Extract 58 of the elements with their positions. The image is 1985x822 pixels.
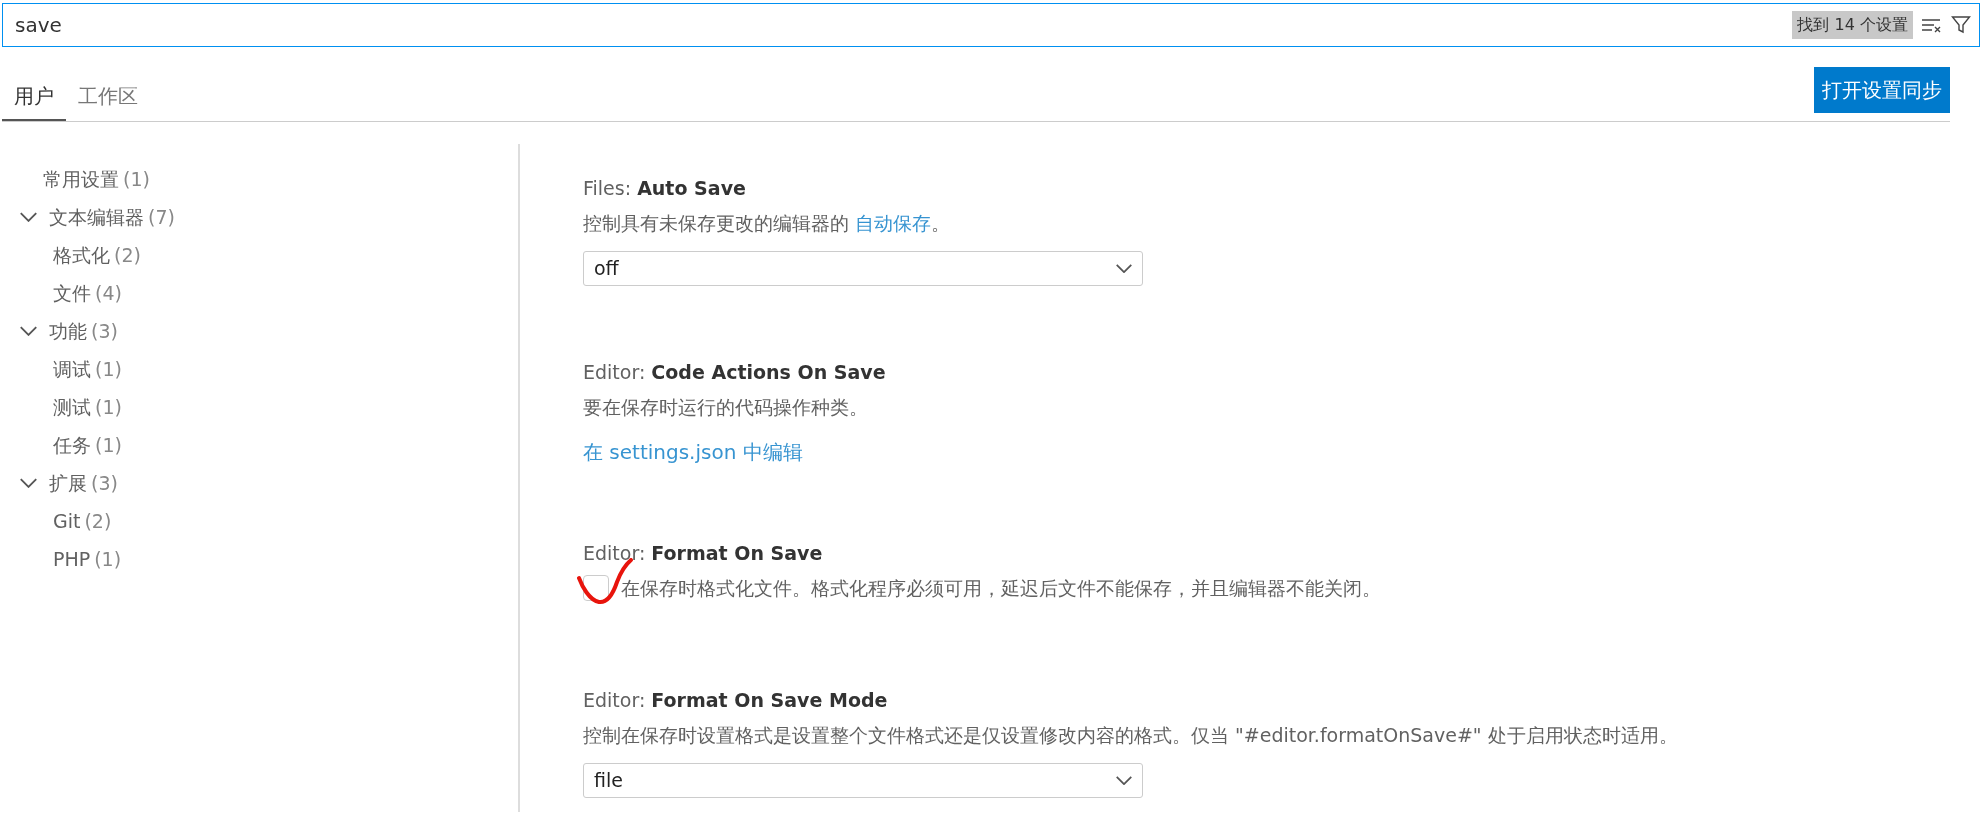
tree-item-label: 文本编辑器 [49, 204, 144, 230]
item-count: (1) [95, 394, 122, 420]
item-count: (1) [94, 546, 122, 572]
tree-item[interactable]: Git (2) [0, 502, 518, 540]
tree-item-label: 测试 [53, 394, 91, 420]
setting-title: Files: Auto Save [583, 176, 747, 201]
dropdown-select[interactable]: file [583, 763, 1143, 798]
setting-title: Editor: Format On Save Mode [583, 688, 889, 713]
tree-item[interactable]: PHP (1) [0, 540, 518, 578]
tree-item[interactable]: 格式化 (2) [0, 236, 518, 274]
tree-item-label: 调试 [53, 356, 91, 382]
settings-tab[interactable]: 用户 [2, 75, 66, 121]
item-count: (1) [95, 432, 122, 458]
tree-item-label: 格式化 [53, 242, 110, 268]
tree-item[interactable]: 文件 (4) [0, 274, 518, 312]
tree-item-label: PHP [53, 546, 91, 572]
dropdown-select[interactable]: off [583, 251, 1143, 286]
clear-filter-icon[interactable] [1921, 16, 1943, 34]
result-count: 找到 14 个设置 [1792, 11, 1913, 39]
tree-item-label: 功能 [49, 318, 87, 344]
item-count: (7) [148, 204, 175, 230]
item-count: (2) [84, 508, 112, 534]
setting-description: 控制具有未保存更改的编辑器的 自动保存。 [583, 210, 952, 236]
tree-item[interactable]: 任务 (1) [0, 426, 518, 464]
search-field[interactable]: save 找到 14 个设置 [2, 3, 1980, 47]
tree-item[interactable]: 文本编辑器 (7) [0, 198, 518, 236]
chevron-down-icon [1116, 264, 1132, 273]
search-input[interactable]: save [13, 9, 1793, 41]
item-count: (3) [91, 318, 118, 344]
tree-item-label: 文件 [53, 280, 91, 306]
tree-item[interactable]: 测试 (1) [0, 388, 518, 426]
edit-in-json-link[interactable]: 在 settings.json 中编辑 [583, 437, 803, 467]
setting-description: 在保存时格式化文件。格式化程序必须可用，延迟后文件不能保存，并且编辑器不能关闭。 [621, 575, 1381, 601]
chevron-down-icon[interactable] [20, 326, 37, 336]
filter-icon[interactable] [1951, 15, 1971, 35]
item-count: (3) [91, 470, 118, 496]
item-count: (2) [114, 242, 141, 268]
tree-item[interactable]: 调试 (1) [0, 350, 518, 388]
tree-item[interactable]: 扩展 (3) [0, 464, 518, 502]
setting-title: Editor: Format On Save [583, 541, 824, 566]
settings-tab[interactable]: 工作区 [66, 75, 150, 121]
item-count: (1) [123, 166, 150, 192]
chevron-down-icon[interactable] [20, 212, 37, 222]
chevron-down-icon[interactable] [20, 478, 37, 488]
tree-item-label: Git [53, 508, 81, 534]
description-link[interactable]: 自动保存 [855, 211, 932, 234]
tree-item-label: 任务 [53, 432, 91, 458]
item-count: (1) [95, 356, 122, 382]
item-count: (4) [95, 280, 122, 306]
setting-description: 要在保存时运行的代码操作种类。 [583, 394, 869, 420]
setting-title: Editor: Code Actions On Save [583, 360, 887, 385]
tree-item[interactable]: 功能 (3) [0, 312, 518, 350]
tree-item-label: 扩展 [49, 470, 87, 496]
tree-item-label: 常用设置 [43, 166, 119, 192]
tree-item[interactable]: 常用设置 (1) [0, 160, 518, 198]
sync-button[interactable]: 打开设置同步 [1814, 67, 1950, 113]
chevron-down-icon [1116, 776, 1132, 785]
setting-description: 控制在保存时设置格式是设置整个文件格式还是仅设置修改内容的格式。仅当 "#editor.formatOnSave#" 处于启用状态时适用。 [583, 722, 1678, 748]
